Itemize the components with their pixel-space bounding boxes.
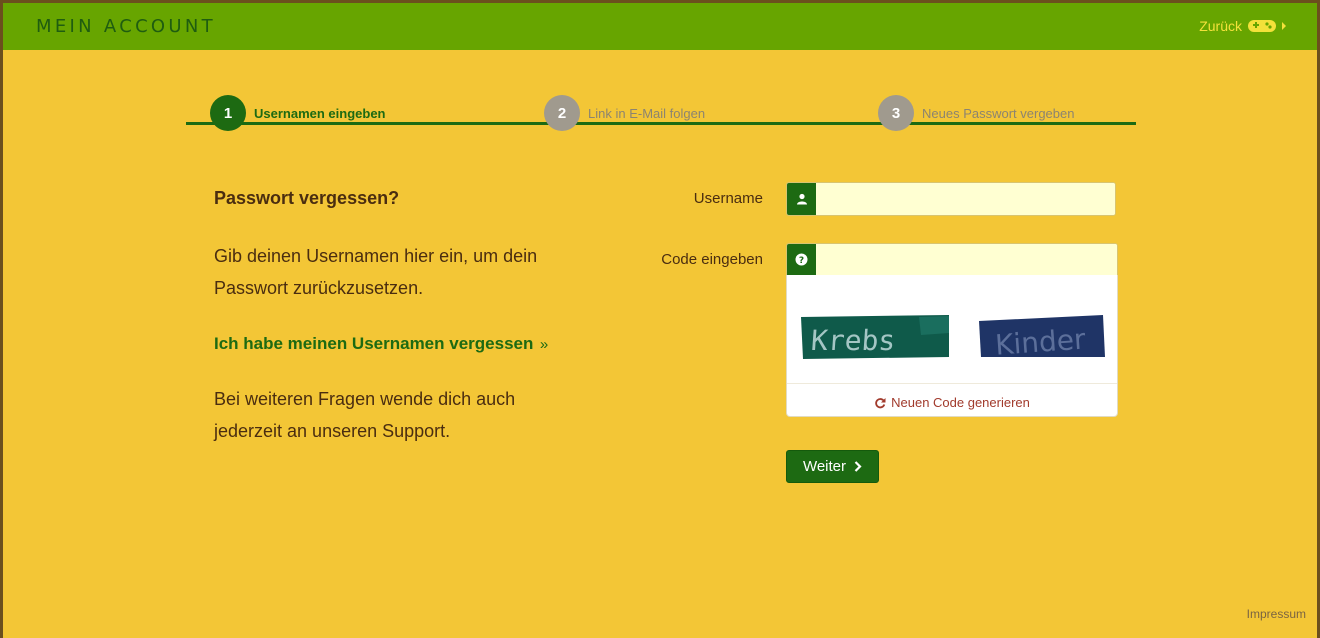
forgot-link-arrow: » xyxy=(539,336,549,353)
step-1-number: 1 xyxy=(210,95,246,131)
back-link[interactable]: Zurück xyxy=(1199,17,1286,35)
captcha-word-2: Kinder xyxy=(994,322,1087,361)
back-label: Zurück xyxy=(1199,18,1242,34)
code-label: Code eingeben xyxy=(661,251,763,268)
user-icon xyxy=(787,183,816,215)
captcha-word-1: Krebs xyxy=(810,324,897,357)
refresh-icon xyxy=(875,397,886,408)
chevron-right-icon xyxy=(854,461,862,472)
support-text: Bei weiteren Fragen wende dich auch jede… xyxy=(214,389,516,441)
gamepad-icon xyxy=(1248,20,1276,32)
header-bar: MEIN ACCOUNT Zurück xyxy=(3,3,1317,50)
info-description: Gib deinen Usernamen hier ein, um dein P… xyxy=(214,246,538,298)
captcha-panel: Krebs Kinder Neuen Code generieren xyxy=(786,275,1118,417)
question-glyph: ? xyxy=(795,253,808,266)
captcha-image: Krebs Kinder xyxy=(801,315,1105,362)
page-title: MEIN ACCOUNT xyxy=(36,16,216,37)
step-3-label: Neues Passwort vergeben xyxy=(922,105,1075,121)
username-input[interactable] xyxy=(816,183,1115,215)
page-frame: MEIN ACCOUNT Zurück 1 Usernamen eingeben… xyxy=(3,3,1317,638)
step-3: 3 Neues Passwort vergeben xyxy=(878,95,1074,131)
info-title: Passwort vergessen? xyxy=(214,188,400,208)
question-icon: ? xyxy=(787,244,816,275)
regenerate-code-link[interactable]: Neuen Code generieren xyxy=(787,395,1117,410)
step-progress: 1 Usernamen eingeben 2 Link in E-Mail fo… xyxy=(186,95,1136,135)
forgot-username-link[interactable]: Ich habe meinen Usernamen vergessen xyxy=(214,334,533,353)
captcha-divider xyxy=(787,383,1117,384)
info-column: Passwort vergessen? Gib deinen Usernamen… xyxy=(214,188,614,447)
step-2-label: Link in E-Mail folgen xyxy=(588,105,706,121)
step-1: 1 Usernamen eingeben xyxy=(210,95,386,131)
user-glyph xyxy=(796,193,807,205)
step-2-number: 2 xyxy=(544,95,580,131)
step-1-label: Usernamen eingeben xyxy=(254,105,386,121)
continue-button[interactable]: Weiter xyxy=(786,450,879,483)
regenerate-label: Neuen Code generieren xyxy=(891,395,1030,410)
impressum-link[interactable]: Impressum xyxy=(1247,607,1306,621)
continue-label: Weiter xyxy=(802,458,847,475)
forgot-username-row: Ich habe meinen Usernamen vergessen » xyxy=(214,334,614,354)
caret-right-icon xyxy=(1282,22,1286,30)
step-3-number: 3 xyxy=(878,95,914,131)
code-input[interactable] xyxy=(816,244,1117,275)
username-input-group xyxy=(786,182,1116,216)
code-input-group: ? xyxy=(786,243,1118,276)
step-2: 2 Link in E-Mail folgen xyxy=(544,95,705,131)
username-label: Username xyxy=(693,190,763,207)
svg-text:?: ? xyxy=(799,256,804,266)
